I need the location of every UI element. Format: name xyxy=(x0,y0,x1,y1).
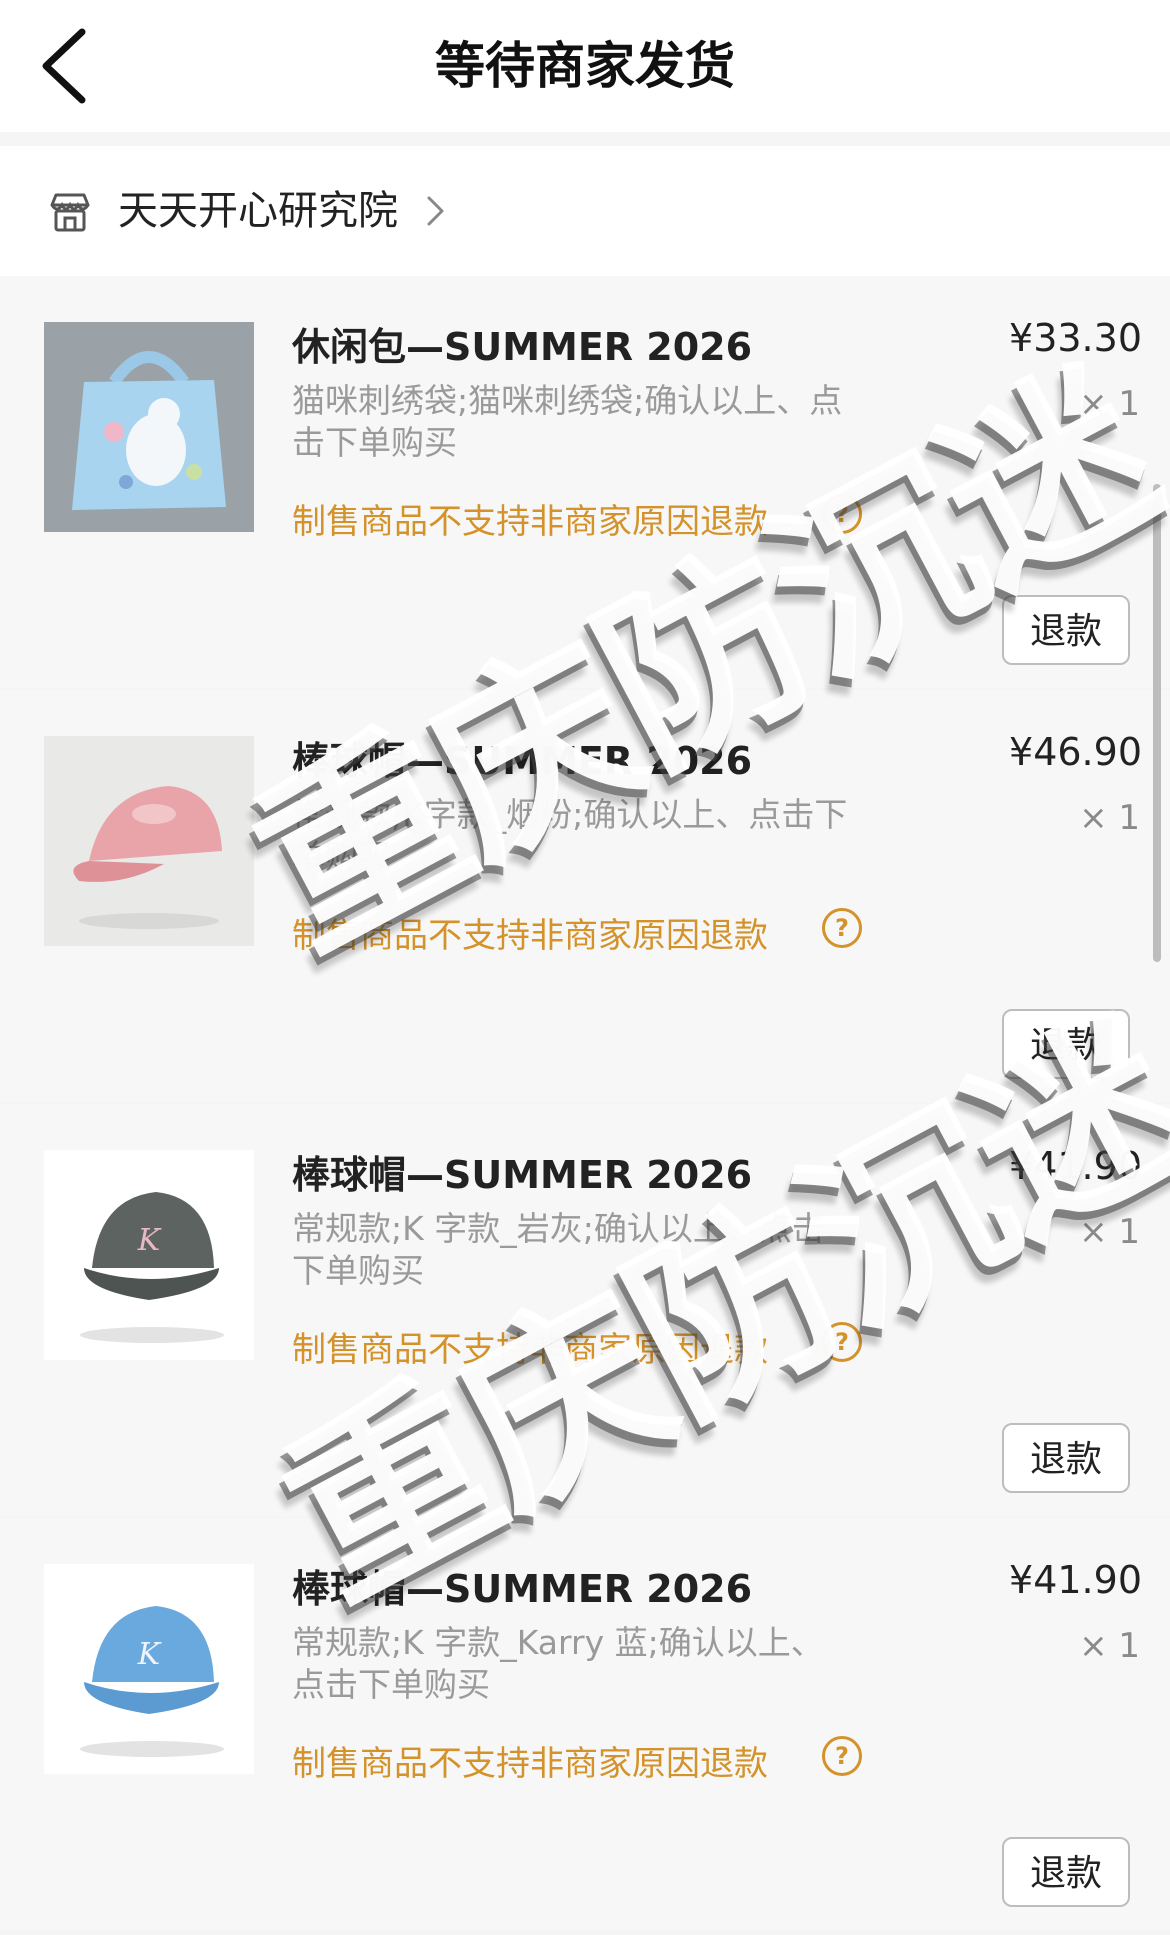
product-quantity: × 1 xyxy=(1079,1212,1140,1252)
order-item: 棒球帽—SUMMER 2026 ¥46.90 × 1 常规款;K字款_烟粉;确认… xyxy=(0,690,1170,1102)
order-item: 休闲包—SUMMER 2026 ¥33.30 × 1 猫咪刺绣袋;猫咪刺绣袋;确… xyxy=(0,276,1170,688)
help-icon[interactable]: ? xyxy=(822,1322,862,1362)
product-name[interactable]: 棒球帽—SUMMER 2026 xyxy=(292,1558,752,1613)
product-spec: 猫咪刺绣袋;猫咪刺绣袋;确认以上、点击下单购买 xyxy=(292,381,843,462)
refund-notice: 制售商品不支持非商家原因退款 xyxy=(292,1744,768,1784)
help-icon[interactable]: ? xyxy=(822,494,862,534)
scrollbar[interactable] xyxy=(1153,484,1161,962)
product-quantity: × 1 xyxy=(1079,384,1140,424)
help-icon[interactable]: ? xyxy=(822,908,862,948)
product-image-tote-bag[interactable] xyxy=(44,322,254,532)
product-price: ¥41.90 xyxy=(1009,1558,1142,1602)
product-price: ¥41.90 xyxy=(1009,1144,1142,1188)
refund-button[interactable]: 退款 xyxy=(1002,595,1130,665)
product-spec: 常规款;K 字款_岩灰;确认以上、点击下单购买 xyxy=(292,1209,825,1290)
product-image-blue-cap[interactable]: K xyxy=(44,1564,254,1774)
order-item: K 棒球帽—SUMMER 2026 ¥41.90 × 1 常规款;K 字款_岩灰… xyxy=(0,1104,1170,1516)
store-icon xyxy=(50,193,90,232)
product-price: ¥33.30 xyxy=(1009,316,1142,360)
order-item: K 棒球帽—SUMMER 2026 ¥41.90 × 1 常规款;K 字款_Ka… xyxy=(0,1518,1170,1930)
nav-bar: 等待商家发货 xyxy=(0,0,1170,132)
page-title: 等待商家发货 xyxy=(435,37,735,95)
chevron-right-icon xyxy=(427,196,444,226)
product-spec: 常规款;K 字款_Karry 蓝;确认以上、点击下单购买 xyxy=(292,1623,824,1704)
shop-row[interactable]: 天天开心研究院 xyxy=(0,146,1170,276)
svg-text:K: K xyxy=(137,1223,162,1258)
product-price: ¥46.90 xyxy=(1009,730,1142,774)
refund-button[interactable]: 退款 xyxy=(1002,1423,1130,1493)
help-icon[interactable]: ? xyxy=(822,1736,862,1776)
product-name[interactable]: 棒球帽—SUMMER 2026 xyxy=(292,730,752,785)
refund-notice: 制售商品不支持非商家原因退款 xyxy=(292,916,768,956)
product-quantity: × 1 xyxy=(1079,798,1140,838)
refund-notice: 制售商品不支持非商家原因退款 xyxy=(292,502,768,542)
refund-button[interactable]: 退款 xyxy=(1002,1009,1130,1079)
product-name[interactable]: 休闲包—SUMMER 2026 xyxy=(292,316,752,371)
shop-name[interactable]: 天天开心研究院 xyxy=(118,146,398,276)
product-quantity: × 1 xyxy=(1079,1626,1140,1666)
refund-button[interactable]: 退款 xyxy=(1002,1837,1130,1907)
refund-notice: 制售商品不支持非商家原因退款 xyxy=(292,1330,768,1370)
product-name[interactable]: 棒球帽—SUMMER 2026 xyxy=(292,1144,752,1199)
product-image-gray-cap[interactable]: K xyxy=(44,1150,254,1360)
product-spec: 常规款;K字款_烟粉;确认以上、点击下单购买 xyxy=(292,795,848,876)
svg-text:K: K xyxy=(137,1637,162,1672)
product-image-pink-cap[interactable] xyxy=(44,736,254,946)
